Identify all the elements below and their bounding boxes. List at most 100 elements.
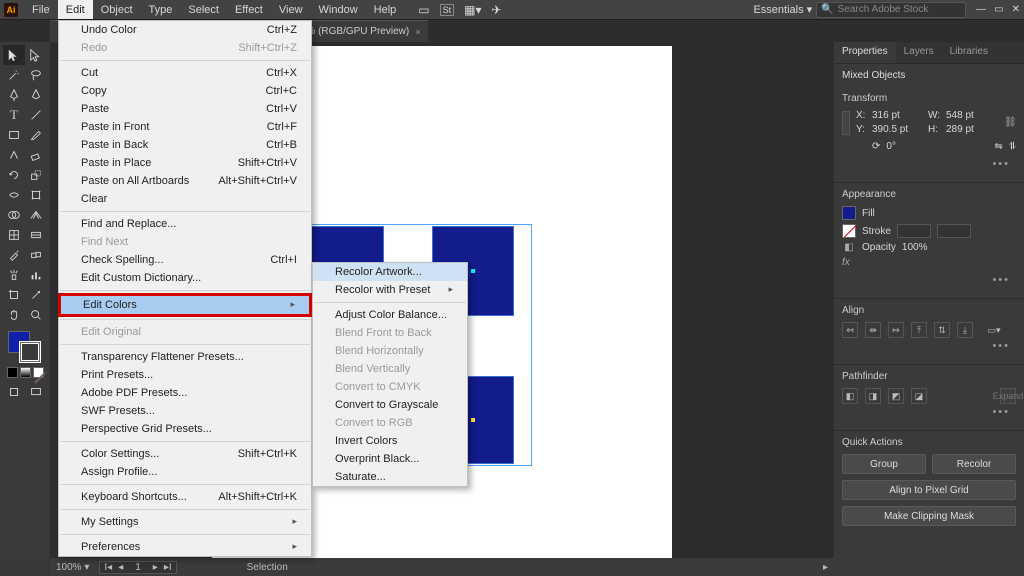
menu-item[interactable]: Assign Profile... [59,463,311,481]
window-minimize-icon[interactable]: — [976,4,986,15]
stroke-profile[interactable] [937,224,971,238]
menu-item[interactable]: Paste in BackCtrl+B [59,136,311,154]
draw-mode-normal[interactable] [3,382,25,402]
pf-minus-front-icon[interactable]: ◨ [865,388,881,404]
menu-view[interactable]: View [271,0,311,19]
align-to-icon[interactable]: ▭▾ [986,322,1002,338]
zoom-level[interactable]: 100% ▾ [56,562,89,573]
more-options-icon[interactable]: ••• [842,156,1016,172]
menu-file[interactable]: File [24,0,58,19]
mesh-tool[interactable] [3,225,25,245]
stroke-swatch[interactable] [842,224,856,238]
pf-intersect-icon[interactable]: ◩ [888,388,904,404]
artboard-nav[interactable]: I◂◂1▸▸I [99,561,176,574]
flip-h-icon[interactable]: ⇋ [994,141,1002,152]
menu-item[interactable]: Clear [59,190,311,208]
flip-v-icon[interactable]: ⥮ [1009,141,1016,152]
stock-icon[interactable]: St [440,4,455,16]
pf-unite-icon[interactable]: ◧ [842,388,858,404]
quick-alignpixel-button[interactable]: Align to Pixel Grid [842,480,1016,500]
panel-tab-layers[interactable]: Layers [896,42,942,63]
link-wh-icon[interactable]: ⛓ [1004,117,1017,128]
menu-item[interactable]: Paste in PlaceShift+Ctrl+V [59,154,311,172]
menu-item[interactable]: Transparency Flattener Presets... [59,348,311,366]
quick-recolor-button[interactable]: Recolor [932,454,1016,474]
menu-item[interactable]: Perspective Grid Presets... [59,420,311,438]
hand-tool[interactable] [3,305,25,325]
menu-item[interactable]: CutCtrl+X [59,64,311,82]
opacity-value[interactable]: 100% [902,242,946,253]
menu-item-edit-colors[interactable]: Edit Colors [61,296,309,314]
screen-mode[interactable] [25,382,47,402]
submenu-item[interactable]: Overprint Black... [313,450,467,468]
column-graph-tool[interactable] [25,265,47,285]
submenu-item[interactable]: Saturate... [313,468,467,486]
lasso-tool[interactable] [25,65,47,85]
menu-item[interactable]: CopyCtrl+C [59,82,311,100]
eyedropper-tool[interactable] [3,245,25,265]
color-mode-row[interactable] [7,367,44,378]
magic-wand-tool[interactable] [3,65,25,85]
align-hcenter-icon[interactable]: ⇹ [865,322,881,338]
free-transform-tool[interactable] [25,185,47,205]
menu-item[interactable]: Check Spelling...Ctrl+I [59,251,311,269]
align-vcenter-icon[interactable]: ⇅ [934,322,950,338]
paintbrush-tool[interactable] [25,125,47,145]
zoom-tool[interactable] [25,305,47,325]
pf-expand-button[interactable]: Expand [1000,388,1016,404]
shaper-tool[interactable] [3,145,25,165]
align-top-icon[interactable]: ⤒ [911,322,927,338]
menu-item[interactable]: Edit Custom Dictionary... [59,269,311,287]
close-tab-icon[interactable]: × [415,27,420,37]
panel-tab-libraries[interactable]: Libraries [942,42,996,63]
submenu-item[interactable]: Adjust Color Balance... [313,306,467,324]
rotate-tool[interactable] [3,165,25,185]
quick-group-button[interactable]: Group [842,454,926,474]
menu-item[interactable]: Adobe PDF Presets... [59,384,311,402]
more-options-icon[interactable]: ••• [842,404,1016,420]
scale-tool[interactable] [25,165,47,185]
menu-item[interactable]: SWF Presets... [59,402,311,420]
blend-tool[interactable] [25,245,47,265]
menu-select[interactable]: Select [180,0,227,19]
eraser-tool[interactable] [25,145,47,165]
gradient-tool[interactable] [25,225,47,245]
fill-stroke-swatch[interactable] [5,331,45,363]
align-left-icon[interactable]: ⤆ [842,322,858,338]
search-stock-input[interactable]: 🔍 Search Adobe Stock [816,2,966,18]
pen-tool[interactable] [3,85,25,105]
curvature-tool[interactable] [25,85,47,105]
workspace-switcher[interactable]: Essentials ▾ [753,3,812,16]
line-tool[interactable] [25,105,47,125]
transform-x[interactable]: 316 pt [872,110,924,121]
menu-type[interactable]: Type [141,0,181,19]
perspective-grid-tool[interactable] [25,205,47,225]
slice-tool[interactable] [25,285,47,305]
width-tool[interactable] [3,185,25,205]
menu-item[interactable]: Color Settings...Shift+Ctrl+K [59,445,311,463]
menu-item[interactable]: Find and Replace... [59,215,311,233]
window-close-icon[interactable]: ✕ [1012,4,1020,15]
selection-tool[interactable] [3,45,25,65]
stroke-weight[interactable] [897,224,931,238]
transform-rotate[interactable]: 0° [886,141,930,152]
direct-selection-tool[interactable] [25,45,47,65]
quick-clipmask-button[interactable]: Make Clipping Mask [842,506,1016,526]
menu-object[interactable]: Object [93,0,141,19]
submenu-item[interactable]: Recolor with Preset [313,281,467,299]
align-bottom-icon[interactable]: ⤓ [957,322,973,338]
menu-edit[interactable]: Edit [58,0,93,19]
menu-item[interactable]: Preferences [59,538,311,556]
arrange-doc-icon[interactable]: ▦▾ [464,3,481,17]
artboard-tool[interactable] [3,285,25,305]
menu-item[interactable]: PasteCtrl+V [59,100,311,118]
menu-window[interactable]: Window [311,0,366,19]
gpu-icon[interactable]: ✈ [492,3,502,17]
window-restore-icon[interactable]: ▭ [994,4,1003,15]
menu-item[interactable]: Print Presets... [59,366,311,384]
transform-w[interactable]: 548 pt [946,110,998,121]
menu-item[interactable]: Undo ColorCtrl+Z [59,21,311,39]
submenu-item[interactable]: Invert Colors [313,432,467,450]
menu-help[interactable]: Help [366,0,405,19]
align-right-icon[interactable]: ⤇ [888,322,904,338]
